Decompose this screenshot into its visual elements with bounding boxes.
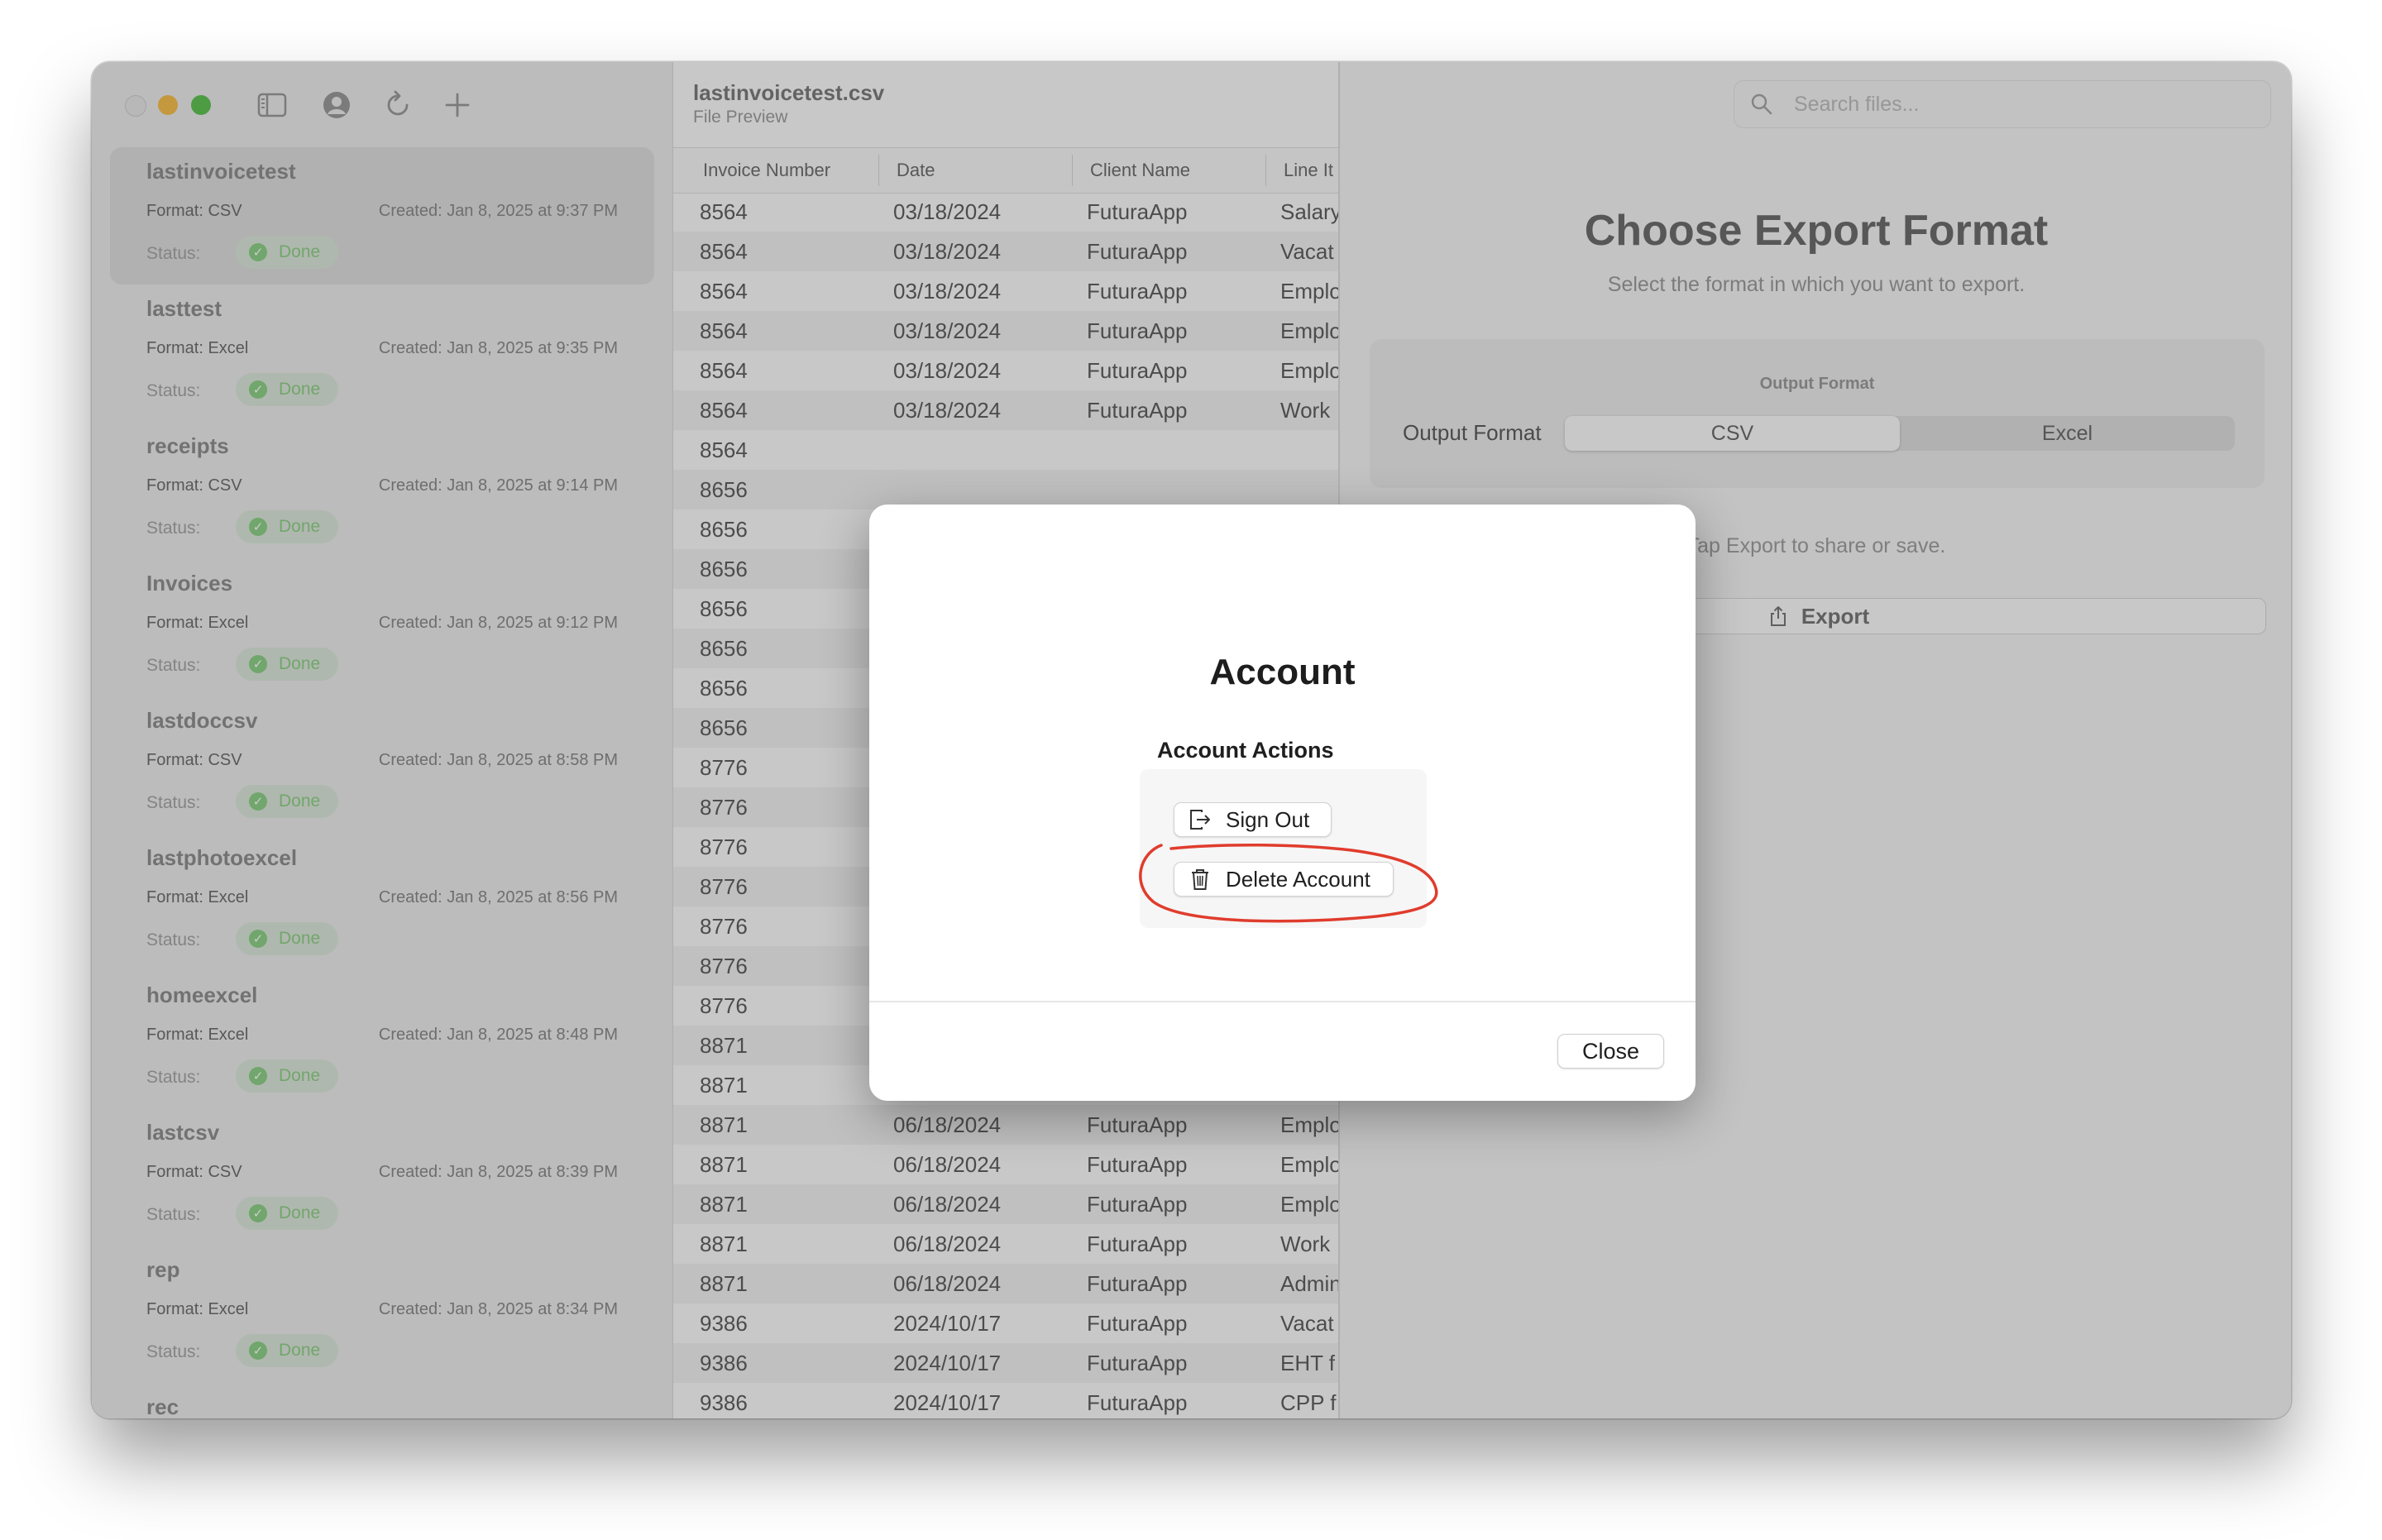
delete-account-label: Delete Account — [1226, 866, 1370, 892]
close-button[interactable]: Close — [1557, 1034, 1664, 1069]
app-window: lastinvoicetest Format: CSV Created: Jan 8… — [92, 62, 2291, 1418]
account-actions-group: Sign Out Delete Account — [1140, 769, 1427, 928]
account-modal: Account Account Actions Sign Out Delete … — [869, 505, 1696, 1101]
modal-divider — [869, 1001, 1696, 1002]
trash-icon — [1192, 869, 1208, 890]
delete-account-button[interactable]: Delete Account — [1174, 862, 1394, 897]
sign-out-label: Sign Out — [1226, 806, 1310, 832]
sign-out-icon — [1190, 810, 1210, 830]
sign-out-button[interactable]: Sign Out — [1174, 802, 1332, 837]
account-actions-label: Account Actions — [1157, 738, 1334, 763]
modal-title: Account — [1209, 652, 1356, 692]
